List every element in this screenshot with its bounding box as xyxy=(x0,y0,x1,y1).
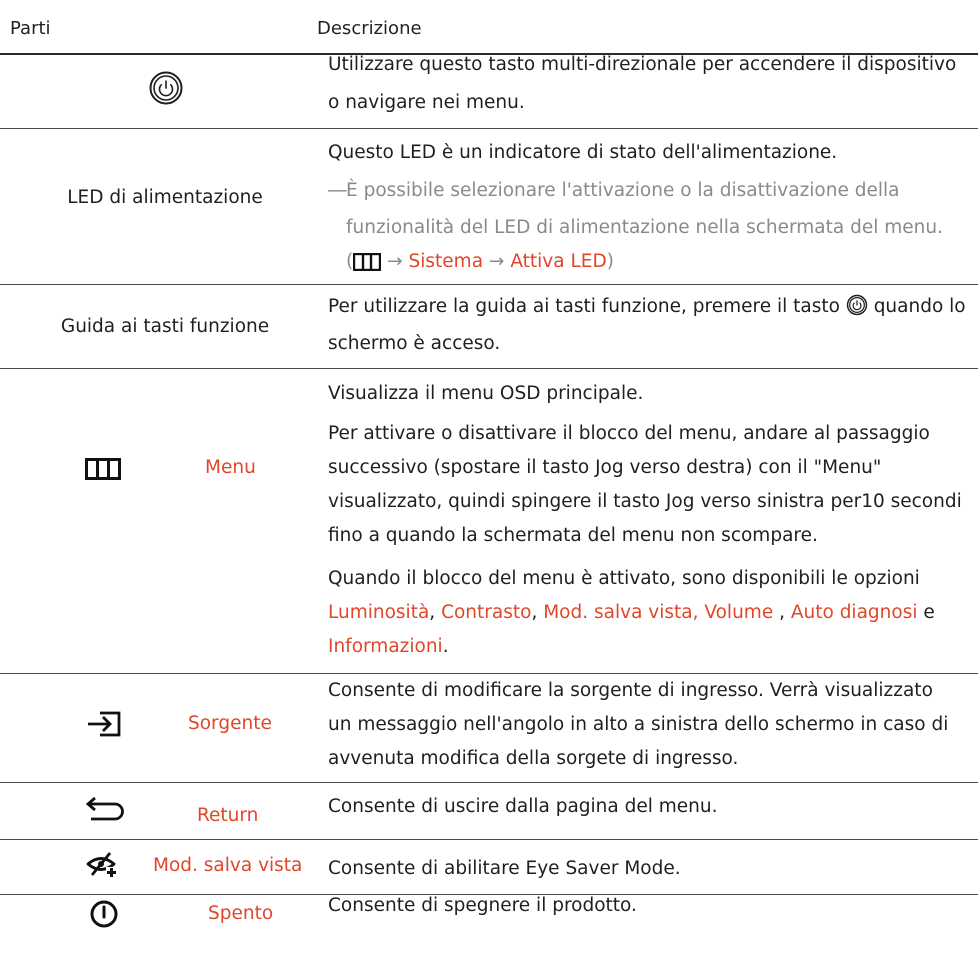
row8-desc-line1: Consente di spegnere il prodotto. xyxy=(328,895,637,916)
options-sep: , xyxy=(429,602,436,623)
options-line2: Informazioni. xyxy=(328,630,449,664)
options-and: e xyxy=(923,602,935,623)
path-close: ) xyxy=(606,251,614,272)
row6-desc-line1: Consente di uscire dalla pagina del menu… xyxy=(328,796,718,817)
row4-desc-p2-line3: visualizzato, quindi spingere il tasto J… xyxy=(328,491,962,512)
row3-desc-line2: schermo è acceso. xyxy=(328,333,501,354)
jog-power-button-icon xyxy=(148,70,184,110)
menu-path: ( → Sistema → Attiva LED) xyxy=(346,245,614,283)
part-label-spento: Spento xyxy=(208,903,274,924)
options-line: Luminosità, Contrasto, Mod. salva vista,… xyxy=(328,596,935,630)
return-icon xyxy=(85,796,125,828)
options-sep: , xyxy=(531,602,538,623)
row5-desc-line1: Consente di modificare la sorgente di in… xyxy=(328,680,933,701)
row3-desc-pre: Per utilizzare la guida ai tasti funzion… xyxy=(328,296,846,317)
header-parts: Parti xyxy=(10,18,51,39)
option-mod-salva-vista: Mod. salva vista xyxy=(543,602,693,623)
row-divider xyxy=(0,128,978,129)
path-arrow: → xyxy=(387,251,403,272)
header-description: Descrizione xyxy=(317,18,422,39)
options-sep: , xyxy=(692,602,699,623)
path-open: ( xyxy=(346,251,354,272)
row4-desc-p2-line1: Per attivare o disattivare il blocco del… xyxy=(328,423,930,444)
row2-desc-line1: Questo LED è un indicatore di stato dell… xyxy=(328,142,838,163)
row-divider xyxy=(0,782,978,783)
row1-desc-line1: Utilizzare questo tasto multi-direzional… xyxy=(328,54,957,75)
row4-desc-p2-line4: fino a quando la schermata del menu non … xyxy=(328,525,818,546)
power-off-icon xyxy=(89,899,119,933)
option-auto-diagnosi: Auto diagnosi xyxy=(790,602,918,623)
row7-desc-line1: Consente di abilitare Eye Saver Mode. xyxy=(328,858,681,879)
path-item-sistema: Sistema xyxy=(408,251,484,272)
option-volume: Volume xyxy=(704,602,774,623)
menu-icon xyxy=(85,458,121,484)
part-label-menu: Menu xyxy=(205,457,256,478)
row-divider xyxy=(0,839,978,840)
row4-desc-p2-line2: successivo (spostare il tasto Jog verso … xyxy=(328,457,882,478)
jog-power-button-icon xyxy=(846,294,868,328)
part-label-sorgente: Sorgente xyxy=(188,713,272,734)
row3-desc-post: quando lo xyxy=(867,296,966,317)
note-line1: È possibile selezionare l'attivazione o … xyxy=(346,180,900,201)
row1-desc-line2: o navigare nei menu. xyxy=(328,92,525,113)
row5-desc-line2: un messaggio nell'angolo in alto a sinis… xyxy=(328,714,949,735)
note-dash: ― xyxy=(328,180,347,201)
path-arrow: → xyxy=(488,251,505,272)
source-icon xyxy=(86,711,122,741)
note-line2: funzionalità del LED di alimentazione ne… xyxy=(346,217,943,238)
option-contrasto: Contrasto xyxy=(441,602,532,623)
part-label-guida: Guida ai tasti funzione xyxy=(60,316,270,337)
path-item-attiva-led: Attiva LED xyxy=(510,251,607,272)
row3-desc-line1: Per utilizzare la guida ai tasti funzion… xyxy=(328,290,966,328)
part-label-mod-salva-vista: Mod. salva vista xyxy=(153,855,303,876)
row-divider xyxy=(0,368,978,369)
options-period: . xyxy=(442,636,449,657)
row4-desc-p1: Visualizza il menu OSD principale. xyxy=(328,383,644,404)
menu-icon xyxy=(353,249,382,283)
part-label-return: Return xyxy=(197,805,259,826)
option-luminosita: Luminosità xyxy=(328,602,430,623)
row4-desc-p3-line1: Quando il blocco del menu è attivato, so… xyxy=(328,568,920,589)
row-divider xyxy=(0,284,978,285)
option-informazioni: Informazioni xyxy=(328,636,443,657)
row5-desc-line3: avvenuta modifica della sorgete di ingre… xyxy=(328,748,739,769)
part-label-led: LED di alimentazione xyxy=(67,187,263,208)
options-sep: , xyxy=(773,602,785,623)
eye-saver-icon xyxy=(86,852,120,882)
